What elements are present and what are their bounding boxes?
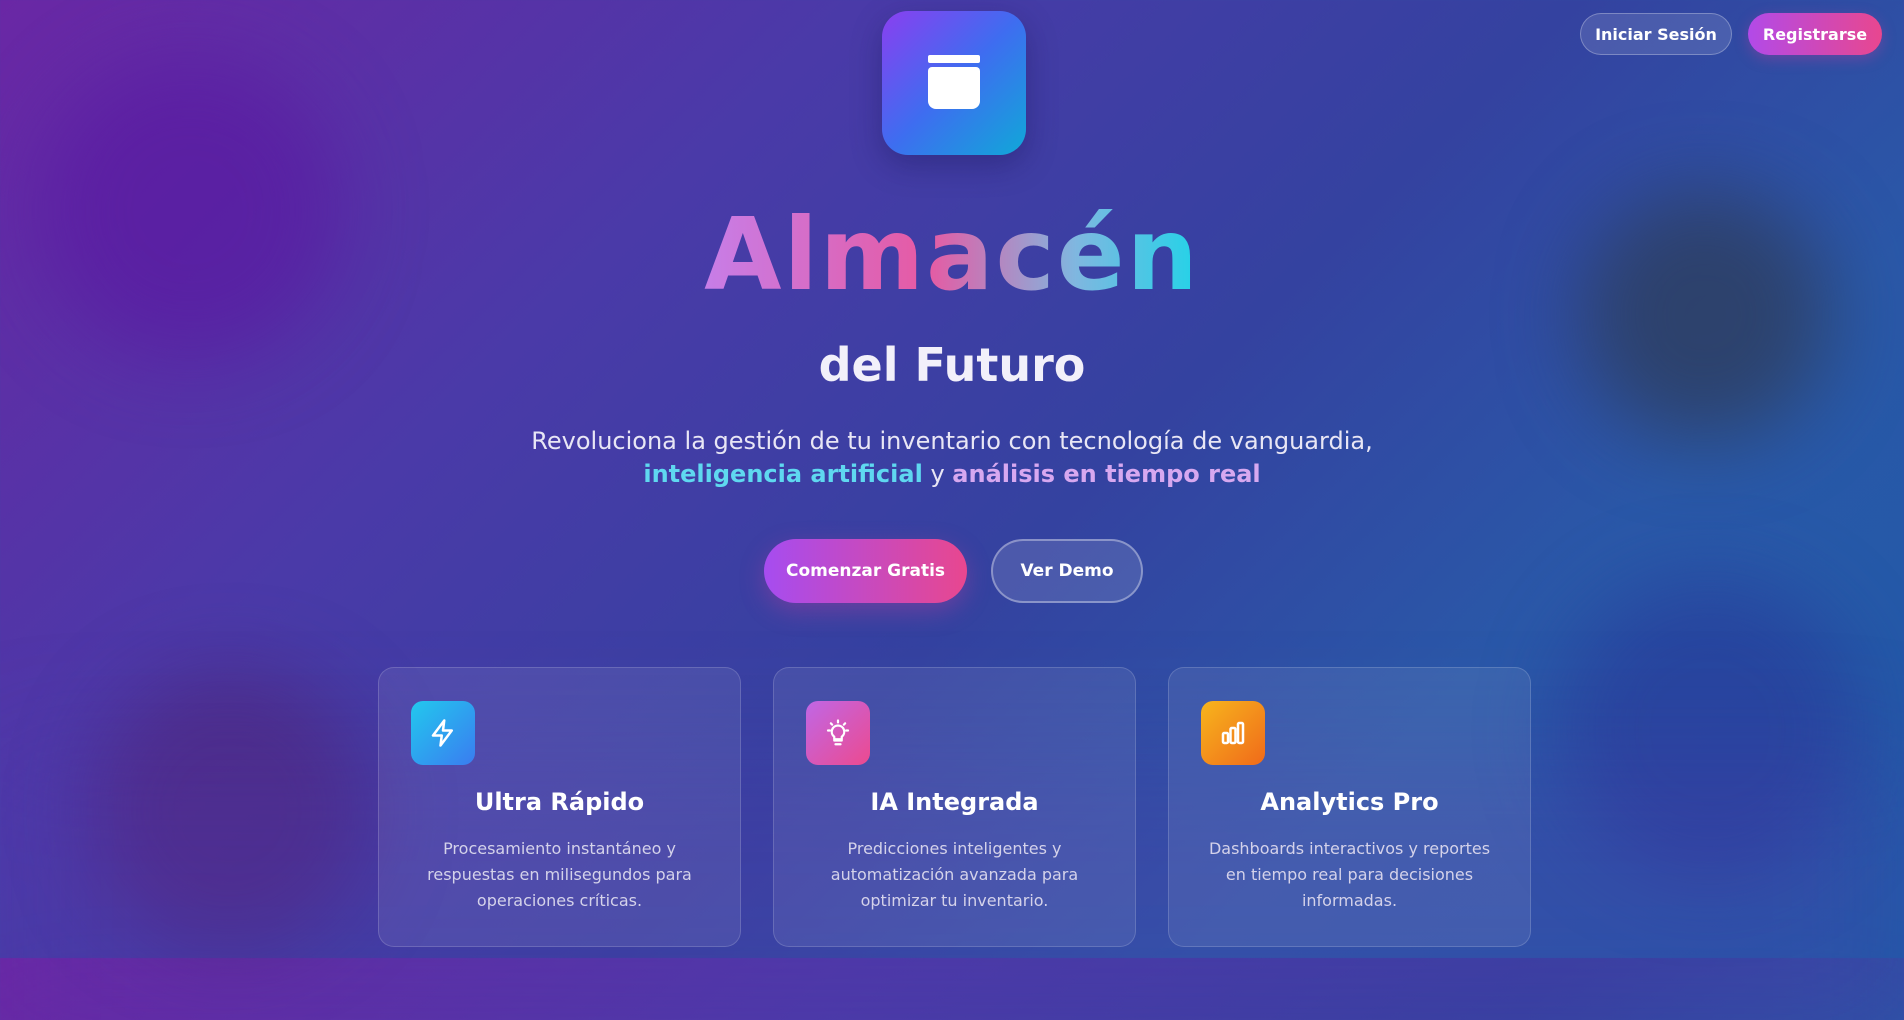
highlight-analytics: análisis en tiempo real (952, 460, 1261, 488)
app-logo (882, 11, 1026, 155)
lightbulb-icon (806, 701, 870, 765)
feature-title: Analytics Pro (1260, 788, 1439, 816)
start-free-button[interactable]: Comenzar Gratis (764, 539, 967, 603)
background-blob (90, 670, 370, 950)
feature-card-analytics: Analytics Pro Dashboards interactivos y … (1168, 667, 1531, 947)
feature-card-speed: Ultra Rápido Procesamiento instantáneo y… (378, 667, 741, 947)
login-button[interactable]: Iniciar Sesión (1580, 13, 1732, 55)
description-connector: y (930, 460, 945, 488)
register-button[interactable]: Registrarse (1748, 13, 1882, 55)
view-demo-button[interactable]: Ver Demo (991, 539, 1143, 603)
hero-description: Revoluciona la gestión de tu inventario … (0, 425, 1904, 491)
cta-group: Comenzar Gratis Ver Demo (764, 539, 1143, 603)
auth-nav: Iniciar Sesión Registrarse (1580, 13, 1882, 55)
feature-text: Predicciones inteligentes y automatizaci… (830, 839, 1079, 910)
feature-text: Dashboards interactivos y reportes en ti… (1208, 839, 1491, 910)
feature-title: Ultra Rápido (474, 788, 645, 816)
hero-subtitle: del Futuro (818, 338, 1086, 392)
hero-title-text: Almacén (704, 196, 1200, 313)
features-section: Ultra Rápido Procesamiento instantáneo y… (378, 667, 1531, 947)
lightning-icon (411, 701, 475, 765)
background-blob (1560, 580, 1860, 880)
bar-chart-icon (1201, 701, 1265, 765)
feature-text: Procesamiento instantáneo y respuestas e… (427, 839, 692, 910)
feature-card-ai: IA Integrada Predicciones inteligentes y… (773, 667, 1136, 947)
hero-title: Almacén (0, 195, 1904, 315)
feature-title: IA Integrada (870, 788, 1039, 816)
archive-box-icon (926, 55, 982, 111)
description-line1: Revoluciona la gestión de tu inventario … (531, 427, 1373, 455)
highlight-ai: inteligencia artificial (643, 460, 923, 488)
